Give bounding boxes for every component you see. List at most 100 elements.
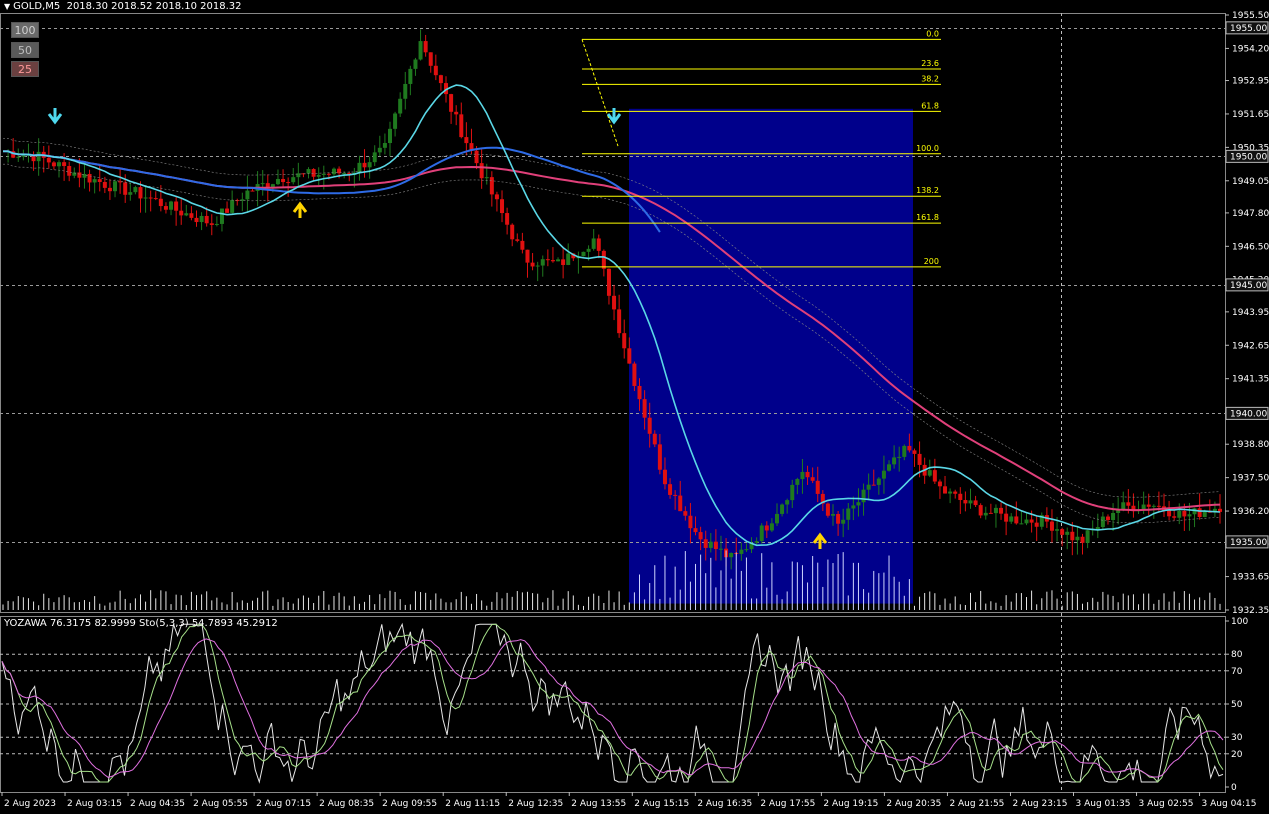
candle-body — [831, 514, 836, 516]
fib-anchor-line — [581, 39, 619, 147]
candle-body — [1177, 510, 1182, 518]
candle-body — [184, 213, 189, 216]
fib-level-label: 100.0 — [916, 144, 939, 153]
candle-body — [275, 178, 280, 185]
indicator-tick-label: 30 — [1231, 733, 1243, 743]
candle-body — [790, 484, 795, 501]
ohlc-values: 2018.30 2018.52 2018.10 2018.32 — [66, 1, 242, 12]
candle-body — [876, 478, 881, 485]
candle-body — [871, 484, 876, 486]
time-tick-label: 2 Aug 04:35 — [130, 799, 185, 809]
candle-body — [204, 215, 209, 224]
candle-body — [133, 187, 138, 193]
candle-body — [331, 168, 336, 175]
candle-body — [668, 484, 673, 495]
candle-body — [693, 528, 698, 533]
candle-body — [561, 259, 566, 265]
candle-body — [1121, 502, 1126, 510]
candle-body — [973, 500, 978, 506]
candle-body — [866, 484, 871, 490]
candle-body — [438, 75, 443, 84]
candle-body — [601, 250, 606, 269]
time-tick-label: 2 Aug 17:55 — [760, 799, 815, 809]
candle-body — [917, 453, 922, 465]
candle-body — [958, 493, 963, 501]
candle-body — [362, 162, 367, 168]
candle-body — [306, 169, 311, 174]
dropdown-triangle-icon[interactable]: ▼ — [4, 2, 10, 11]
candle-body — [97, 179, 102, 183]
time-tick-label: 2 Aug 19:15 — [823, 799, 878, 809]
price-level-label: 1935.00 — [1230, 538, 1267, 548]
candle-body — [1202, 511, 1207, 518]
candle-body — [586, 248, 591, 252]
candle-body — [739, 549, 744, 554]
candle-body — [316, 174, 321, 177]
indicator-tick-label: 50 — [1231, 700, 1243, 710]
candle-body — [887, 464, 892, 471]
candle-body — [581, 251, 586, 257]
candle-body — [209, 223, 214, 225]
candle-body — [530, 262, 535, 267]
candle-body — [433, 65, 438, 76]
candle-body — [230, 200, 235, 213]
chart-canvas[interactable]: 0.023.638.261.8100.0138.2161.82001955.50… — [0, 0, 1269, 810]
candle-body — [1105, 516, 1110, 521]
time-tick-label: 2 Aug 16:35 — [697, 799, 752, 809]
candle-body — [861, 489, 866, 503]
candle-body — [113, 181, 118, 192]
candle-body — [1014, 516, 1019, 524]
candle-body — [1029, 519, 1034, 523]
time-tick-label: 2 Aug 08:35 — [319, 799, 374, 809]
time-tick-label: 2 Aug 13:55 — [571, 799, 626, 809]
candle-body — [703, 539, 708, 548]
candle-body — [189, 213, 194, 218]
button-100[interactable]: 100 — [11, 22, 39, 38]
candle-body — [1070, 531, 1075, 541]
fib-level-label: 0.0 — [926, 29, 939, 38]
candle-body — [902, 445, 907, 457]
candle-body — [92, 179, 97, 183]
price-tick-label: 1955.50 — [1232, 11, 1269, 21]
candle-body — [291, 177, 296, 183]
price-tick-label: 1941.35 — [1232, 375, 1269, 385]
candle-body — [545, 259, 550, 261]
candle-body — [617, 309, 622, 334]
candle-body — [62, 162, 67, 167]
candle-body — [688, 515, 693, 529]
chart-window[interactable]: 0.0 23.6 38.2 61.8 100.0 138.2 161.8 200 1955.50… — [0, 0, 1269, 810]
candle-body — [214, 223, 219, 225]
candle-body — [953, 491, 958, 494]
button-50[interactable]: 50 — [11, 42, 39, 58]
candle-body — [540, 259, 545, 266]
candle-body — [836, 514, 841, 524]
candle-body — [718, 548, 723, 550]
stochastic-signal-line — [1, 623, 1224, 783]
stochastic-main-line — [1, 622, 1224, 784]
candle-body — [1187, 514, 1192, 517]
candle-body — [464, 137, 469, 144]
candle-body — [46, 157, 51, 163]
candle-body — [102, 182, 107, 188]
candle-body — [642, 399, 647, 418]
candle-body — [1019, 523, 1024, 525]
candle-body — [769, 523, 774, 531]
price-tick-label: 1951.65 — [1232, 110, 1269, 120]
candle-body — [774, 513, 779, 524]
candle-body — [281, 178, 286, 183]
candle-body — [652, 433, 657, 445]
candle-body — [500, 199, 505, 214]
candle-body — [556, 259, 561, 262]
candle-body — [449, 94, 454, 112]
ma-slow-line — [3, 150, 1221, 512]
candle-body — [673, 494, 678, 496]
candle-body — [591, 238, 596, 249]
candle-body — [785, 500, 790, 505]
candle-body — [657, 444, 662, 470]
candle-body — [647, 417, 652, 434]
candle-body — [1009, 516, 1014, 522]
candle-body — [550, 260, 555, 262]
button-25[interactable]: 25 — [11, 61, 39, 77]
candle-body — [1075, 536, 1080, 541]
candle-body — [800, 471, 805, 480]
